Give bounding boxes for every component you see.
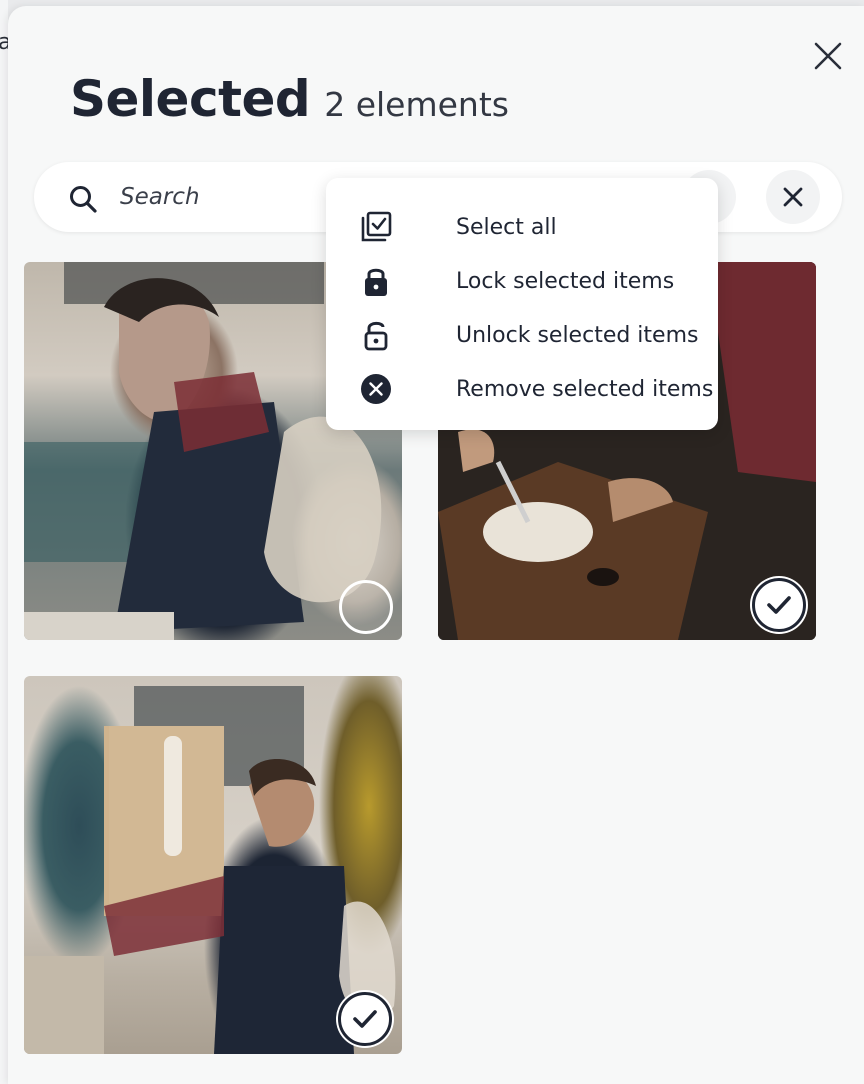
- menu-item-select-all[interactable]: Select all: [326, 200, 718, 254]
- menu-item-remove[interactable]: Remove selected items: [326, 362, 718, 416]
- selection-checkbox-checked[interactable]: [752, 578, 806, 632]
- selection-checkbox[interactable]: [339, 580, 393, 634]
- menu-item-label: Remove selected items: [456, 376, 714, 402]
- photo-man-holding-canvas: [24, 686, 396, 1054]
- selection-checkbox-checked[interactable]: [338, 992, 392, 1046]
- background-window: [0, 0, 8, 1084]
- selection-panel: Selected 2 elements Search Select all Lo…: [8, 6, 864, 1084]
- unlock-icon: [358, 317, 394, 353]
- close-panel-button[interactable]: [810, 38, 846, 74]
- select-all-icon: [358, 209, 394, 245]
- close-icon: [814, 42, 842, 70]
- menu-item-label: Select all: [456, 214, 557, 240]
- checkmark-icon: [353, 1010, 377, 1028]
- menu-item-unlock[interactable]: Unlock selected items: [326, 308, 718, 362]
- page-title: Selected: [70, 70, 311, 128]
- close-icon: [783, 187, 803, 207]
- menu-item-lock[interactable]: Lock selected items: [326, 254, 718, 308]
- menu-item-label: Unlock selected items: [456, 322, 699, 348]
- clear-search-button[interactable]: [766, 170, 820, 224]
- search-icon: [70, 186, 97, 213]
- bulk-actions-menu: Select all Lock selected items Unlock se…: [326, 178, 718, 430]
- panel-header: Selected 2 elements: [70, 70, 509, 128]
- remove-circle-icon: [358, 371, 394, 407]
- checkmark-icon: [767, 596, 791, 614]
- menu-item-label: Lock selected items: [456, 268, 675, 294]
- media-item-3[interactable]: [24, 676, 402, 1054]
- selected-count: 2 elements: [324, 85, 509, 124]
- lock-icon: [358, 263, 394, 299]
